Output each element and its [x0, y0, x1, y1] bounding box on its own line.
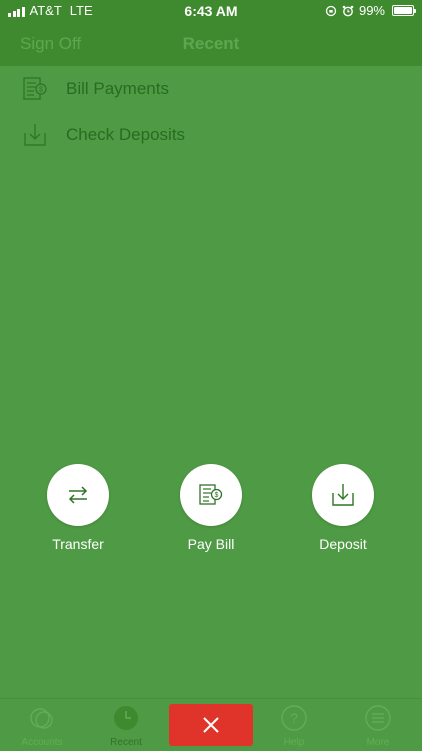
tab-label: Help	[283, 737, 305, 748]
list-item-label: Check Deposits	[66, 125, 186, 144]
pay-bill-circle[interactable]: $	[180, 464, 242, 526]
tab-accounts[interactable]: Accounts	[0, 699, 84, 751]
tab-more[interactable]: More	[336, 699, 420, 751]
transfer-circle[interactable]	[47, 464, 109, 526]
tab-help[interactable]: ? Help	[252, 699, 336, 751]
deposit-button[interactable]: Deposit	[293, 464, 393, 552]
accounts-icon	[30, 708, 53, 729]
tab-label: Recent	[110, 737, 142, 748]
pay-bill-label: Pay Bill	[187, 536, 235, 552]
page-title: Recent	[182, 34, 240, 53]
svg-text:$: $	[39, 87, 43, 94]
deposit-icon	[332, 484, 354, 506]
battery-percent: 99%	[358, 3, 385, 18]
nav-bar: Sign Off Recent	[0, 22, 422, 66]
tab-label: Accounts	[21, 737, 63, 748]
deposit-label: Deposit	[319, 536, 367, 552]
check-deposit-icon	[24, 124, 46, 146]
recent-clock-icon	[114, 706, 138, 730]
close-actions-button[interactable]	[169, 704, 253, 746]
recent-list: $ Bill Payments Check Deposits	[0, 66, 422, 158]
list-item-check-deposits[interactable]: Check Deposits	[0, 112, 422, 158]
pay-bill-button[interactable]: $ Pay Bill	[161, 464, 261, 552]
tab-label: More	[366, 737, 390, 748]
list-item-bill-payments[interactable]: $ Bill Payments	[0, 66, 422, 112]
svg-text:?: ?	[290, 710, 298, 726]
tab-recent[interactable]: Recent	[84, 699, 168, 751]
battery-icon	[392, 5, 416, 16]
tab-bar: Accounts Recent ? Help More	[0, 698, 422, 751]
status-right: 99%	[325, 3, 416, 18]
list-item-label: Bill Payments	[66, 79, 169, 98]
deposit-circle[interactable]	[312, 464, 374, 526]
more-menu-icon	[365, 705, 391, 731]
battery-fill	[394, 7, 412, 14]
transfer-icon	[68, 486, 88, 504]
status-bar: AT&T LTE 6:43 AM 99%	[0, 0, 422, 22]
pay-bill-icon: $	[199, 484, 223, 505]
help-icon: ?	[281, 705, 307, 731]
alarm-icon	[342, 5, 354, 16]
close-icon	[203, 717, 219, 733]
svg-text:$: $	[215, 492, 219, 499]
rotation-lock-icon	[325, 5, 337, 16]
transfer-button[interactable]: Transfer	[28, 464, 128, 552]
transfer-label: Transfer	[52, 536, 104, 552]
quick-actions: Transfer $ Pay Bill Deposit	[0, 464, 422, 554]
bill-payment-icon: $	[23, 77, 47, 100]
